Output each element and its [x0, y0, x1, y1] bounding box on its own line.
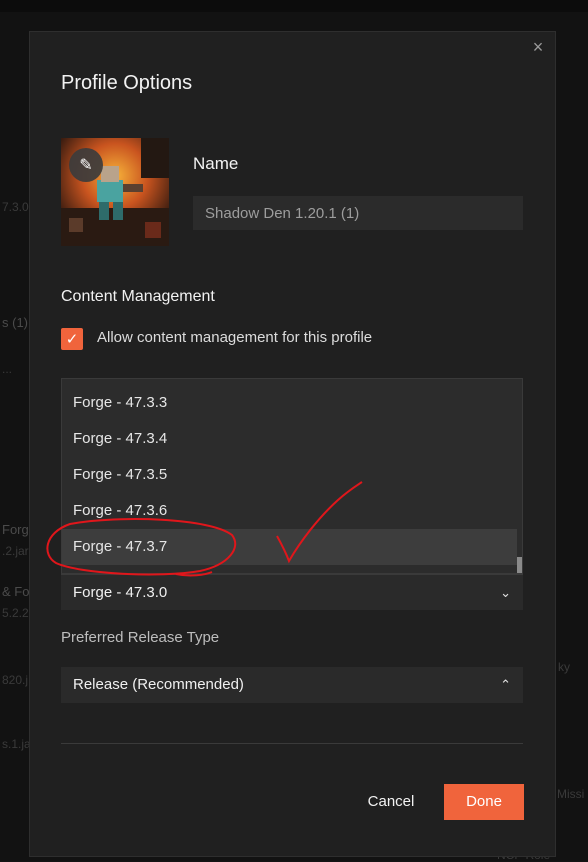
profile-name-input[interactable]	[193, 196, 523, 230]
dialog-title: Profile Options	[61, 72, 193, 94]
background-text: ...	[2, 362, 13, 376]
background-text: s.1.ja	[2, 737, 31, 751]
version-select-value: Forge - 47.3.0	[73, 584, 168, 601]
cancel-button[interactable]: Cancel	[356, 784, 426, 820]
content-management-checkbox-label[interactable]: Allow content management for this profil…	[97, 329, 372, 346]
chevron-up-icon: ⌃	[500, 677, 511, 692]
background-topbar	[0, 0, 588, 12]
dropdown-scrollbar[interactable]	[517, 379, 522, 573]
dropdown-option[interactable]: Forge - 47.3.5	[62, 457, 518, 493]
name-label: Name	[193, 154, 239, 173]
version-select[interactable]: Forge - 47.3.0 ⌄	[61, 574, 523, 610]
release-type-label: Preferred Release Type	[61, 629, 220, 646]
background-text: & Fo	[2, 584, 30, 599]
checkmark-icon: ✓	[65, 331, 79, 348]
pencil-icon[interactable]: ✎	[69, 148, 103, 182]
content-management-checkbox[interactable]: ✓	[61, 328, 83, 350]
done-button[interactable]: Done	[444, 784, 524, 820]
release-type-value: Release (Recommended)	[73, 676, 244, 693]
profile-options-dialog: × Profile Options ✎ Name Content Ma	[29, 31, 556, 857]
background-text: 5.2.2	[2, 606, 29, 620]
background-text: Forg	[2, 522, 29, 537]
background-text: .2.jar	[2, 544, 29, 558]
dropdown-option[interactable]: Forge - 47.3.4	[62, 421, 518, 457]
background-text: s (1)	[2, 315, 28, 330]
content-management-title: Content Management	[61, 288, 215, 305]
version-dropdown-list[interactable]: Forge - 47.3.3 Forge - 47.3.4 Forge - 47…	[61, 378, 523, 574]
close-icon[interactable]: ×	[529, 38, 547, 56]
divider	[61, 743, 523, 744]
background-text: ky	[558, 660, 570, 674]
dropdown-scroll-thumb[interactable]	[517, 557, 522, 573]
chevron-down-icon: ⌄	[500, 585, 511, 600]
background-text: Missi	[557, 787, 585, 801]
background-text: 820.j	[2, 673, 29, 687]
release-type-select[interactable]: Release (Recommended) ⌃	[61, 667, 523, 703]
dropdown-option[interactable]: Forge - 47.3.3	[62, 385, 518, 421]
dropdown-option-hovered[interactable]: Forge - 47.3.7	[62, 529, 518, 565]
dropdown-option[interactable]: Forge - 47.3.6	[62, 493, 518, 529]
background-text: 7.3.0	[2, 200, 29, 214]
